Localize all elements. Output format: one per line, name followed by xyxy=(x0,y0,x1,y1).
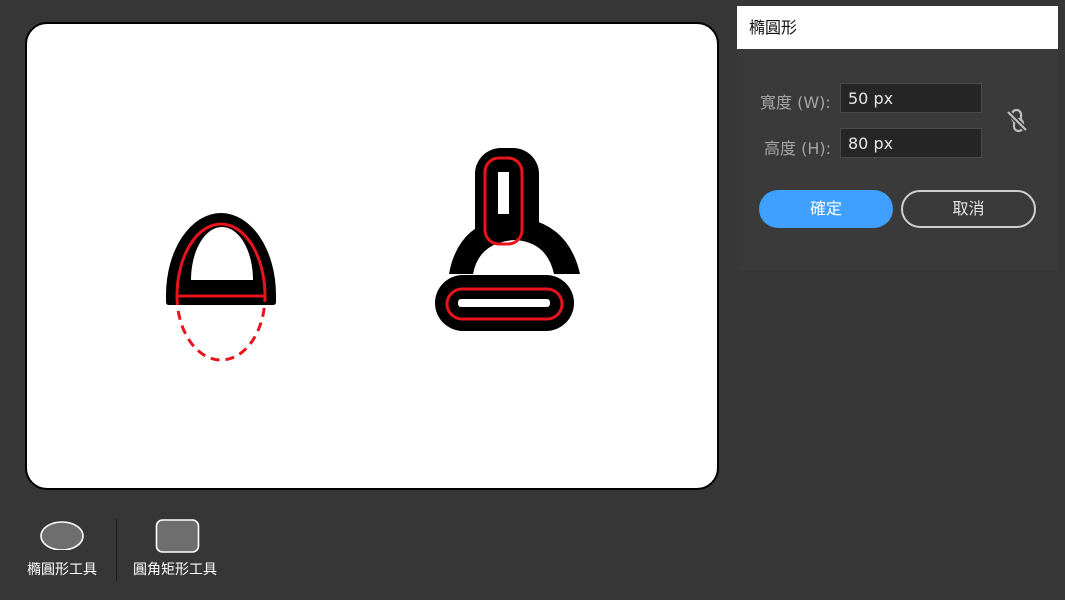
lamp-shape xyxy=(435,148,580,331)
cancel-button[interactable]: 取消 xyxy=(901,190,1036,228)
dashed-ellipse-guide xyxy=(175,295,267,362)
canvas-artwork xyxy=(166,148,580,362)
height-label: 高度 (H): xyxy=(764,139,831,158)
rounded-rect-icon xyxy=(155,519,200,553)
height-field[interactable] xyxy=(840,128,982,158)
ok-button[interactable]: 確定 xyxy=(759,190,893,228)
ellipse-tool-label: 橢圓形工具 xyxy=(27,562,97,578)
ellipse-icon xyxy=(40,521,84,551)
width-label: 寬度 (W): xyxy=(760,93,831,112)
ellipse-tool-button[interactable] xyxy=(40,516,84,554)
half-ellipse-shape xyxy=(166,213,276,362)
rounded-rect-tool-button[interactable] xyxy=(155,516,200,558)
drawing-canvas[interactable] xyxy=(25,22,719,490)
toolbar-divider xyxy=(116,519,117,581)
width-field[interactable] xyxy=(840,83,982,113)
unlink-icon[interactable] xyxy=(1004,107,1030,133)
dialog-title: 橢圓形 xyxy=(737,6,1058,49)
rounded-rect-tool-label: 圓角矩形工具 xyxy=(133,562,217,578)
